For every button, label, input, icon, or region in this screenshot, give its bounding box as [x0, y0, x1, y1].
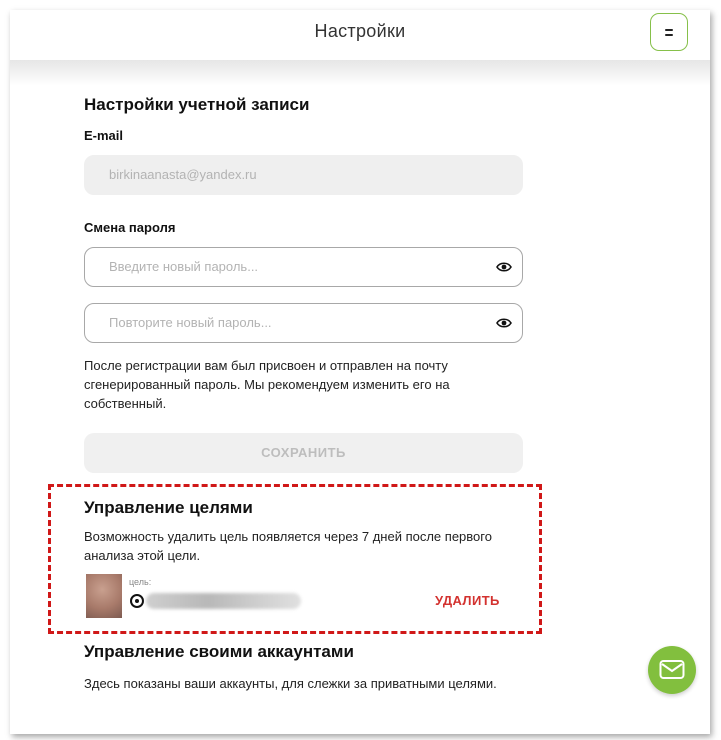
eye-icon[interactable]: [496, 260, 512, 274]
accounts-description: Здесь показаны ваши аккаунты, для слежки…: [84, 676, 497, 691]
save-button[interactable]: СОХРАНИТЬ: [84, 433, 523, 473]
delete-goal-button[interactable]: УДАЛИТЬ: [435, 593, 500, 608]
mail-button[interactable]: [648, 646, 696, 694]
password-label: Смена пароля: [84, 220, 176, 235]
header-shadow: [10, 60, 710, 86]
new-password-placeholder: Введите новый пароль...: [109, 259, 259, 274]
goal-caption: цель:: [129, 577, 152, 587]
goals-description: Возможность удалить цель появляется чере…: [84, 529, 492, 563]
repeat-password-input[interactable]: Повторите новый пароль...: [84, 303, 523, 343]
account-settings-heading: Настройки учетной записи: [84, 95, 310, 114]
goal-username-blurred: [146, 593, 301, 609]
password-note: После регистрации вам был присвоен и отп…: [84, 358, 450, 411]
page-title: Настройки: [314, 21, 406, 41]
email-label: E-mail: [84, 128, 124, 143]
eye-icon[interactable]: [496, 316, 512, 330]
repeat-password-placeholder: Повторите новый пароль...: [109, 315, 272, 330]
email-value: birkinaanasta@yandex.ru: [109, 167, 257, 182]
instagram-icon: [130, 594, 144, 608]
header: Настройки: [10, 10, 710, 60]
goals-heading: Управление целями: [84, 498, 253, 517]
mail-icon: [659, 660, 685, 679]
new-password-input[interactable]: Введите новый пароль...: [84, 247, 523, 287]
accounts-heading: Управление своими аккаунтами: [84, 642, 354, 661]
avatar: [86, 574, 122, 618]
menu-icon: [665, 29, 673, 31]
menu-button[interactable]: [650, 13, 688, 51]
email-field: birkinaanasta@yandex.ru: [84, 155, 523, 195]
settings-page: Настройки Настройки учетной записи E-mai…: [10, 10, 710, 734]
